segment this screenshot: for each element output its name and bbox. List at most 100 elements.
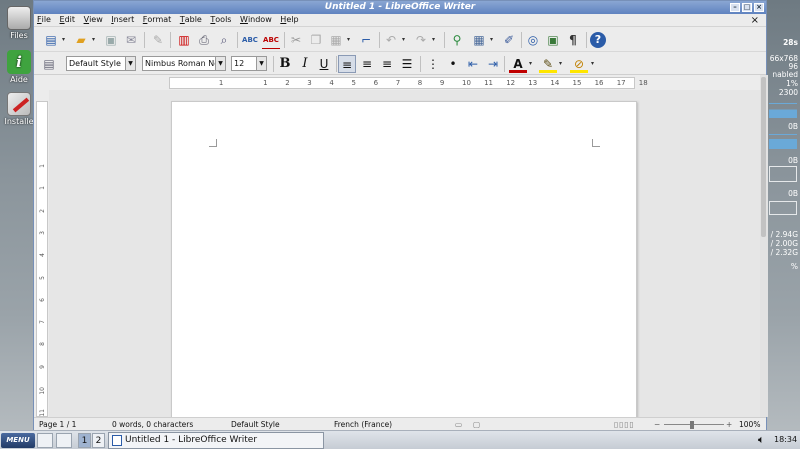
info-icon: i [7, 50, 31, 74]
window-title-bar[interactable]: Untitled 1 - LibreOffice Writer – □ × [34, 1, 766, 14]
scrollbar-thumb[interactable] [761, 77, 766, 237]
show-desktop-icon[interactable] [37, 433, 53, 448]
clone-formatting-icon[interactable]: ⌐ [357, 31, 375, 49]
taskbar-item-writer[interactable]: Untitled 1 - LibreOffice Writer [108, 432, 324, 449]
volume-icon[interactable]: 🔈︎ [758, 433, 765, 447]
underline-icon[interactable]: U [315, 55, 333, 73]
gallery-icon[interactable]: ▣ [544, 31, 562, 49]
menu-window[interactable]: Window [237, 14, 275, 24]
highlighting-icon[interactable]: ✎ [539, 55, 557, 73]
desktop-icon-aide[interactable]: i Aide [2, 50, 36, 84]
ruler-tick-label: 18 [638, 79, 648, 87]
font-name-combo[interactable]: Nimbus Roman No ▼ [142, 56, 226, 71]
desktop-icon-label: Aide [10, 75, 28, 84]
highlight-dropdown-icon[interactable]: ▾ [559, 55, 562, 73]
ruler-tick-label: 5 [39, 275, 46, 280]
align-center-icon[interactable]: ≡ [358, 55, 376, 73]
print-preview-icon[interactable]: ⌕ [215, 31, 233, 49]
paragraph-style-combo[interactable]: Default Style ▼ [66, 56, 136, 71]
clock[interactable]: 18:34 [774, 435, 797, 444]
italic-icon[interactable]: I [296, 55, 314, 73]
window-list-icon[interactable] [56, 433, 72, 448]
desktop-icon-files[interactable]: Files [2, 6, 36, 40]
minimize-button[interactable]: – [730, 3, 740, 12]
maximize-button[interactable]: □ [742, 3, 752, 12]
email-icon[interactable]: ✉ [122, 31, 140, 49]
print-icon[interactable]: ⎙ [195, 31, 213, 49]
desktop-icon-label: Files [10, 31, 28, 40]
edit-mode-icon[interactable]: ✎ [149, 31, 167, 49]
new-document-icon[interactable]: ▤ [42, 31, 60, 49]
new-dropdown-icon[interactable]: ▾ [62, 31, 65, 49]
copy-icon[interactable]: ❐ [307, 31, 325, 49]
help-icon[interactable]: ? [590, 32, 606, 48]
paste-dropdown-icon[interactable]: ▾ [347, 31, 350, 49]
undo-icon[interactable]: ↶ [382, 31, 400, 49]
cut-icon[interactable]: ✂ [287, 31, 305, 49]
toolbar-separator [420, 56, 421, 72]
vertical-ruler[interactable]: 1123456789101112 [36, 101, 48, 439]
font-size-combo[interactable]: 12 ▼ [231, 56, 267, 71]
chevron-down-icon[interactable]: ▼ [256, 57, 266, 70]
zoom-slider[interactable] [664, 424, 724, 425]
redo-dropdown-icon[interactable]: ▾ [432, 31, 435, 49]
horizontal-ruler[interactable]: 1 1 2 3 4 5 6 7 8 9 10 11 12 13 14 15 16 17 18 [169, 77, 648, 89]
menu-table[interactable]: Table [177, 14, 205, 24]
redo-icon[interactable]: ↷ [412, 31, 430, 49]
align-right-icon[interactable]: ≡ [378, 55, 396, 73]
spelling-icon[interactable]: ABC [241, 31, 259, 49]
ruler-tick-label: 1 [263, 79, 268, 87]
vertical-scrollbar[interactable] [760, 75, 768, 417]
menu-tools[interactable]: Tools [207, 14, 234, 24]
numbering-icon[interactable]: ⋮ [424, 55, 442, 73]
ruler-tick-label: 15 [572, 79, 582, 87]
draw-functions-icon[interactable]: ✐ [500, 31, 518, 49]
menu-insert[interactable]: Insert [108, 14, 137, 24]
desktop-icon-installer[interactable]: Installe [2, 92, 36, 126]
start-menu-button[interactable]: MENU [1, 433, 35, 448]
styles-formatting-icon[interactable]: ▤ [40, 55, 58, 73]
table-dropdown-icon[interactable]: ▾ [490, 31, 493, 49]
menu-file[interactable]: File [34, 14, 54, 24]
menu-edit[interactable]: Edit [57, 14, 79, 24]
font-color-icon[interactable]: A [509, 55, 527, 73]
conky-graph-4 [769, 201, 797, 215]
undo-dropdown-icon[interactable]: ▾ [402, 31, 405, 49]
increase-indent-icon[interactable]: ⇥ [484, 55, 502, 73]
table-icon[interactable]: ▦ [470, 31, 488, 49]
menu-format[interactable]: Format [140, 14, 174, 24]
conky-graph-2 [769, 134, 797, 150]
justify-icon[interactable]: ☰ [398, 55, 416, 73]
font-color-dropdown-icon[interactable]: ▾ [529, 55, 532, 73]
align-left-icon[interactable]: ≡ [338, 55, 356, 73]
close-window-button[interactable]: × [754, 3, 764, 12]
open-dropdown-icon[interactable]: ▾ [92, 31, 95, 49]
toolbar-separator [379, 32, 380, 48]
document-page[interactable] [171, 101, 637, 417]
zoom-slider-handle[interactable] [690, 421, 694, 429]
workspace-1[interactable]: 1 [78, 433, 91, 448]
conky-graph-3 [769, 166, 797, 182]
chevron-down-icon[interactable]: ▼ [215, 57, 225, 70]
decrease-indent-icon[interactable]: ⇤ [464, 55, 482, 73]
ruler-tick-label: 1 [39, 186, 46, 191]
paste-icon[interactable]: ▦ [327, 31, 345, 49]
bold-icon[interactable]: B [276, 55, 294, 73]
background-color-icon[interactable]: ⊘ [570, 55, 588, 73]
chevron-down-icon[interactable]: ▼ [125, 57, 135, 70]
background-dropdown-icon[interactable]: ▾ [591, 55, 594, 73]
menu-help[interactable]: Help [277, 14, 301, 24]
close-document-button[interactable]: × [748, 14, 762, 26]
ruler-tick-label: 1 [218, 79, 224, 87]
hyperlink-icon[interactable]: ⚲ [448, 31, 466, 49]
bullets-icon[interactable]: • [444, 55, 462, 73]
formatting-marks-icon[interactable]: ¶ [564, 31, 582, 49]
open-folder-icon[interactable]: ▰ [72, 31, 90, 49]
menu-view[interactable]: View [81, 14, 106, 24]
toolbar-separator [170, 32, 171, 48]
navigator-icon[interactable]: ◎ [524, 31, 542, 49]
workspace-2[interactable]: 2 [92, 433, 105, 448]
save-icon[interactable]: ▣ [102, 31, 120, 49]
autospell-icon[interactable]: ABC [262, 31, 280, 49]
export-pdf-icon[interactable]: ▥ [175, 31, 193, 49]
